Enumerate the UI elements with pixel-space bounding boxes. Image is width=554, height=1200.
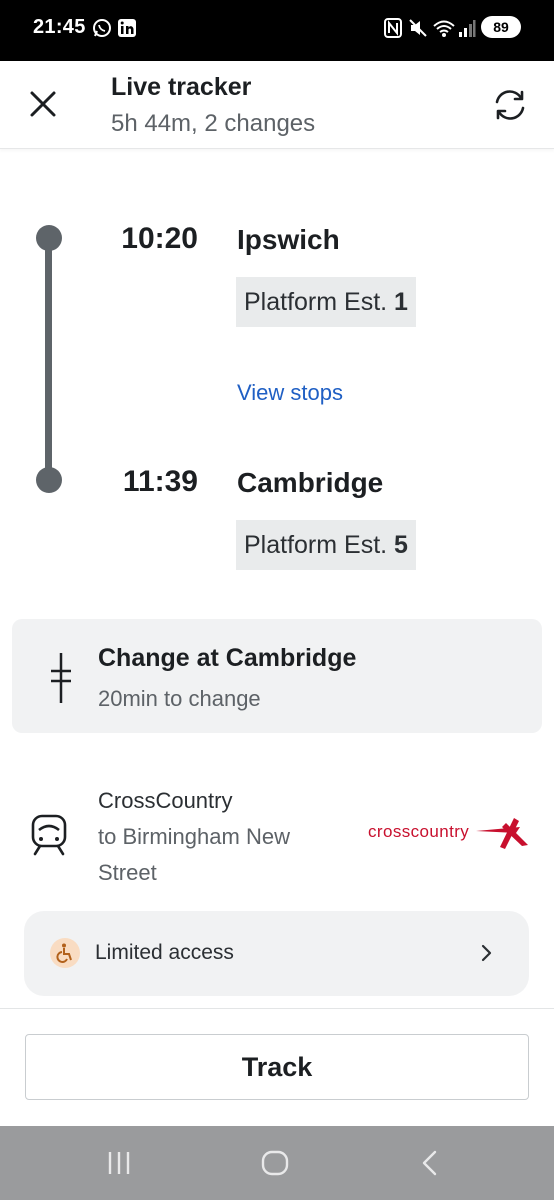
- operator-name: CrossCountry: [98, 788, 233, 813]
- battery-indicator: 89: [481, 16, 521, 38]
- departure-station: Ipswich: [237, 224, 340, 255]
- change-card: Change at Cambridge 20min to change: [12, 619, 542, 733]
- accessibility-label: Limited access: [95, 941, 234, 964]
- refresh-icon: [495, 90, 525, 120]
- platform-label: Platform Est.: [244, 531, 388, 559]
- app-header: Live tracker 5h 44m, 2 changes: [0, 61, 554, 149]
- signal-icon: [458, 18, 476, 43]
- accessibility-row[interactable]: Limited access: [24, 911, 529, 996]
- mute-icon: [408, 18, 428, 43]
- wifi-icon: [433, 18, 455, 43]
- journey-timeline: [45, 238, 52, 482]
- departure-time: 10:20: [121, 222, 198, 255]
- departure-platform: Platform Est. 1: [236, 277, 416, 327]
- platform-number: 5: [394, 531, 408, 559]
- home-button[interactable]: [261, 1150, 289, 1181]
- arrival-time: 11:39: [122, 465, 198, 498]
- system-nav-bar: [0, 1126, 554, 1200]
- wheelchair-icon: [50, 938, 80, 968]
- crosscountry-logo: crosscountry: [368, 815, 530, 851]
- whatsapp-icon: [92, 18, 112, 43]
- view-stops-link[interactable]: View stops: [237, 380, 343, 406]
- close-icon: [30, 91, 56, 117]
- change-icon: [50, 653, 72, 708]
- linkedin-icon: [117, 18, 137, 43]
- arrival-platform: Platform Est. 5: [236, 520, 416, 570]
- arrival-station: Cambridge: [237, 467, 384, 498]
- recent-apps-button[interactable]: [106, 1150, 132, 1181]
- close-button[interactable]: [24, 85, 62, 123]
- refresh-button[interactable]: [489, 84, 531, 126]
- status-bar: 21:45 89: [0, 0, 554, 61]
- journey-summary: 5h 44m, 2 changes: [111, 110, 316, 137]
- change-duration: 20min to change: [98, 686, 261, 711]
- back-icon: [422, 1150, 437, 1176]
- arrival-dot: [36, 467, 62, 493]
- status-time: 21:45: [33, 16, 86, 38]
- change-title: Change at Cambridge: [98, 644, 357, 672]
- train-icon: [30, 814, 68, 861]
- divider: [0, 1008, 554, 1009]
- chevron-right-icon: [480, 943, 494, 968]
- page-title: Live tracker: [111, 73, 252, 101]
- back-button[interactable]: [420, 1150, 440, 1181]
- departure-dot: [36, 225, 62, 251]
- platform-number: 1: [394, 288, 408, 316]
- home-icon: [261, 1150, 289, 1176]
- logo-text: crosscountry: [368, 822, 470, 841]
- nfc-icon: [384, 18, 402, 43]
- recent-apps-icon: [108, 1152, 130, 1174]
- platform-label: Platform Est.: [244, 288, 388, 316]
- crosscountry-x-icon: [476, 818, 528, 849]
- track-button[interactable]: Track: [25, 1034, 529, 1100]
- operator-destination: to Birmingham New Street: [98, 824, 290, 885]
